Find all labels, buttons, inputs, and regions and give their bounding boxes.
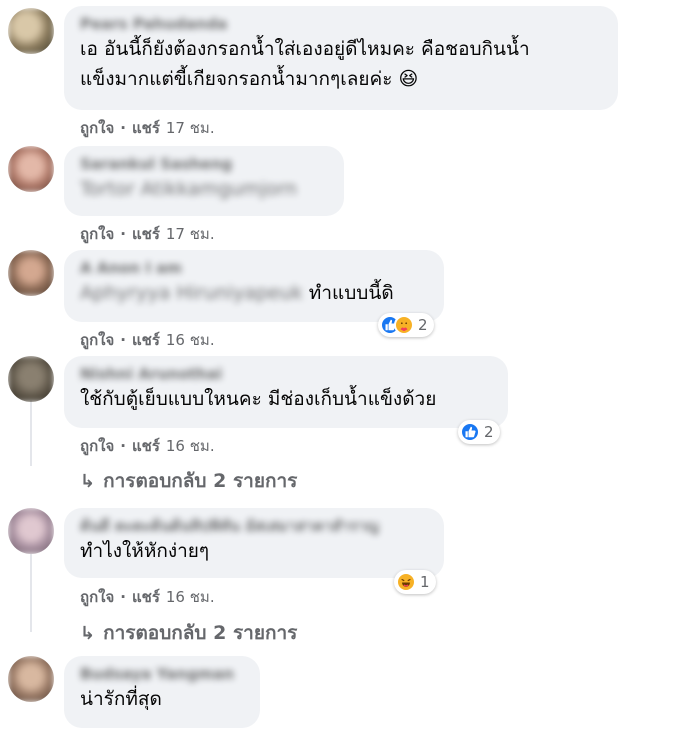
reaction-summary[interactable]: 2	[378, 313, 434, 337]
comment-text: ทำแบบนี้ดิ	[308, 282, 394, 304]
share-link[interactable]: แชร์	[132, 434, 160, 458]
comment-actions: ถูกใจ · แชร์ 17 ชม.	[80, 222, 215, 246]
separator: ·	[120, 331, 126, 349]
thread-line	[30, 554, 32, 632]
comment-bubble: Budsaya Yangman น่ารักที่สุด	[64, 656, 260, 728]
haha-icon	[396, 572, 416, 592]
comment-text: ใช้กับตู้เย็บแบบใหนคะ มีช่องเก็บน้ำแข็งด…	[80, 388, 437, 410]
comment-actions: ถูกใจ · แชร์ 16 ชม.	[80, 585, 215, 609]
like-link[interactable]: ถูกใจ	[80, 585, 114, 609]
avatar[interactable]	[8, 656, 54, 702]
share-link[interactable]: แชร์	[132, 222, 160, 246]
timestamp[interactable]: 16 ชม.	[166, 434, 215, 458]
timestamp[interactable]: 17 ชม.	[166, 116, 215, 140]
avatar[interactable]	[8, 356, 54, 402]
reply-arrow-icon: ↳	[80, 623, 96, 644]
share-link[interactable]: แชร์	[132, 116, 160, 140]
reaction-count: 1	[420, 573, 430, 591]
comment-actions: ถูกใจ · แชร์ 16 ชม.	[80, 328, 215, 352]
like-link[interactable]: ถูกใจ	[80, 328, 114, 352]
timestamp[interactable]: 17 ชม.	[166, 222, 215, 246]
share-link[interactable]: แชร์	[132, 585, 160, 609]
comment-bubble: Nishni Arunothai ใช้กับตู้เย็บแบบใหนคะ ม…	[64, 356, 508, 428]
like-link[interactable]: ถูกใจ	[80, 434, 114, 458]
mentioned-user[interactable]: Tortor Atikkamgumjorn	[80, 178, 297, 200]
timestamp[interactable]: 16 ชม.	[166, 585, 215, 609]
separator: ·	[120, 225, 126, 243]
thread-line	[30, 400, 32, 466]
mentioned-user[interactable]: Aphyryya Hiruniyapeuk	[80, 282, 303, 304]
comment-bubble: ต้นดี ตะตะต้นต้นทิปพิทัน อัสเสมาสาคาสำรา…	[64, 508, 444, 578]
avatar[interactable]	[8, 508, 54, 554]
comment-author[interactable]: Sarankul Sasheng	[80, 154, 330, 174]
reaction-summary[interactable]: 2	[458, 420, 500, 444]
reply-arrow-icon: ↳	[80, 471, 96, 492]
comment-bubble: Sarankul Sasheng Tortor Atikkamgumjorn	[64, 146, 344, 216]
like-link[interactable]: ถูกใจ	[80, 222, 114, 246]
avatar[interactable]	[8, 250, 54, 296]
reaction-summary[interactable]: 1	[394, 570, 436, 594]
comment-actions: ถูกใจ · แชร์ 17 ชม.	[80, 116, 215, 140]
comment-author[interactable]: Pears Pahudanda	[80, 14, 604, 34]
reaction-count: 2	[418, 316, 428, 334]
comment-text: เอ อันนี้ก็ยังต้องกรอกน้ำใส่เองอยู่ดีไหม…	[80, 38, 530, 90]
avatar[interactable]	[8, 146, 54, 192]
replies-label: การตอบกลับ 2 รายการ	[103, 470, 298, 492]
comment-bubble: Pears Pahudanda เอ อันนี้ก็ยังต้องกรอกน้…	[64, 6, 618, 110]
reaction-count: 2	[484, 423, 494, 441]
view-replies-link[interactable]: ↳ การตอบกลับ 2 รายการ	[80, 466, 297, 496]
comment-author[interactable]: A Anon I am	[80, 258, 430, 278]
comment-actions: ถูกใจ · แชร์ 16 ชม.	[80, 434, 215, 458]
view-replies-link[interactable]: ↳ การตอบกลับ 2 รายการ	[80, 618, 297, 648]
replies-label: การตอบกลับ 2 รายการ	[103, 622, 298, 644]
thumbs-up-icon	[460, 422, 480, 442]
separator: ·	[120, 588, 126, 606]
comment-author[interactable]: ต้นดี ตะตะต้นต้นทิปพิทัน อัสเสมาสาคาสำรา…	[80, 516, 430, 536]
care-hug-icon	[394, 315, 414, 335]
avatar[interactable]	[8, 8, 54, 54]
comment-text: น่ารักที่สุด	[80, 688, 162, 710]
comment-author[interactable]: Nishni Arunothai	[80, 364, 494, 384]
separator: ·	[120, 437, 126, 455]
comment-author[interactable]: Budsaya Yangman	[80, 664, 246, 684]
share-link[interactable]: แชร์	[132, 328, 160, 352]
comment-text: ทำไงให้หักง่ายๆ	[80, 540, 210, 562]
timestamp[interactable]: 16 ชม.	[166, 328, 215, 352]
comment-bubble: A Anon I am Aphyryya Hiruniyapeuk ทำแบบน…	[64, 250, 444, 322]
like-link[interactable]: ถูกใจ	[80, 116, 114, 140]
separator: ·	[120, 119, 126, 137]
